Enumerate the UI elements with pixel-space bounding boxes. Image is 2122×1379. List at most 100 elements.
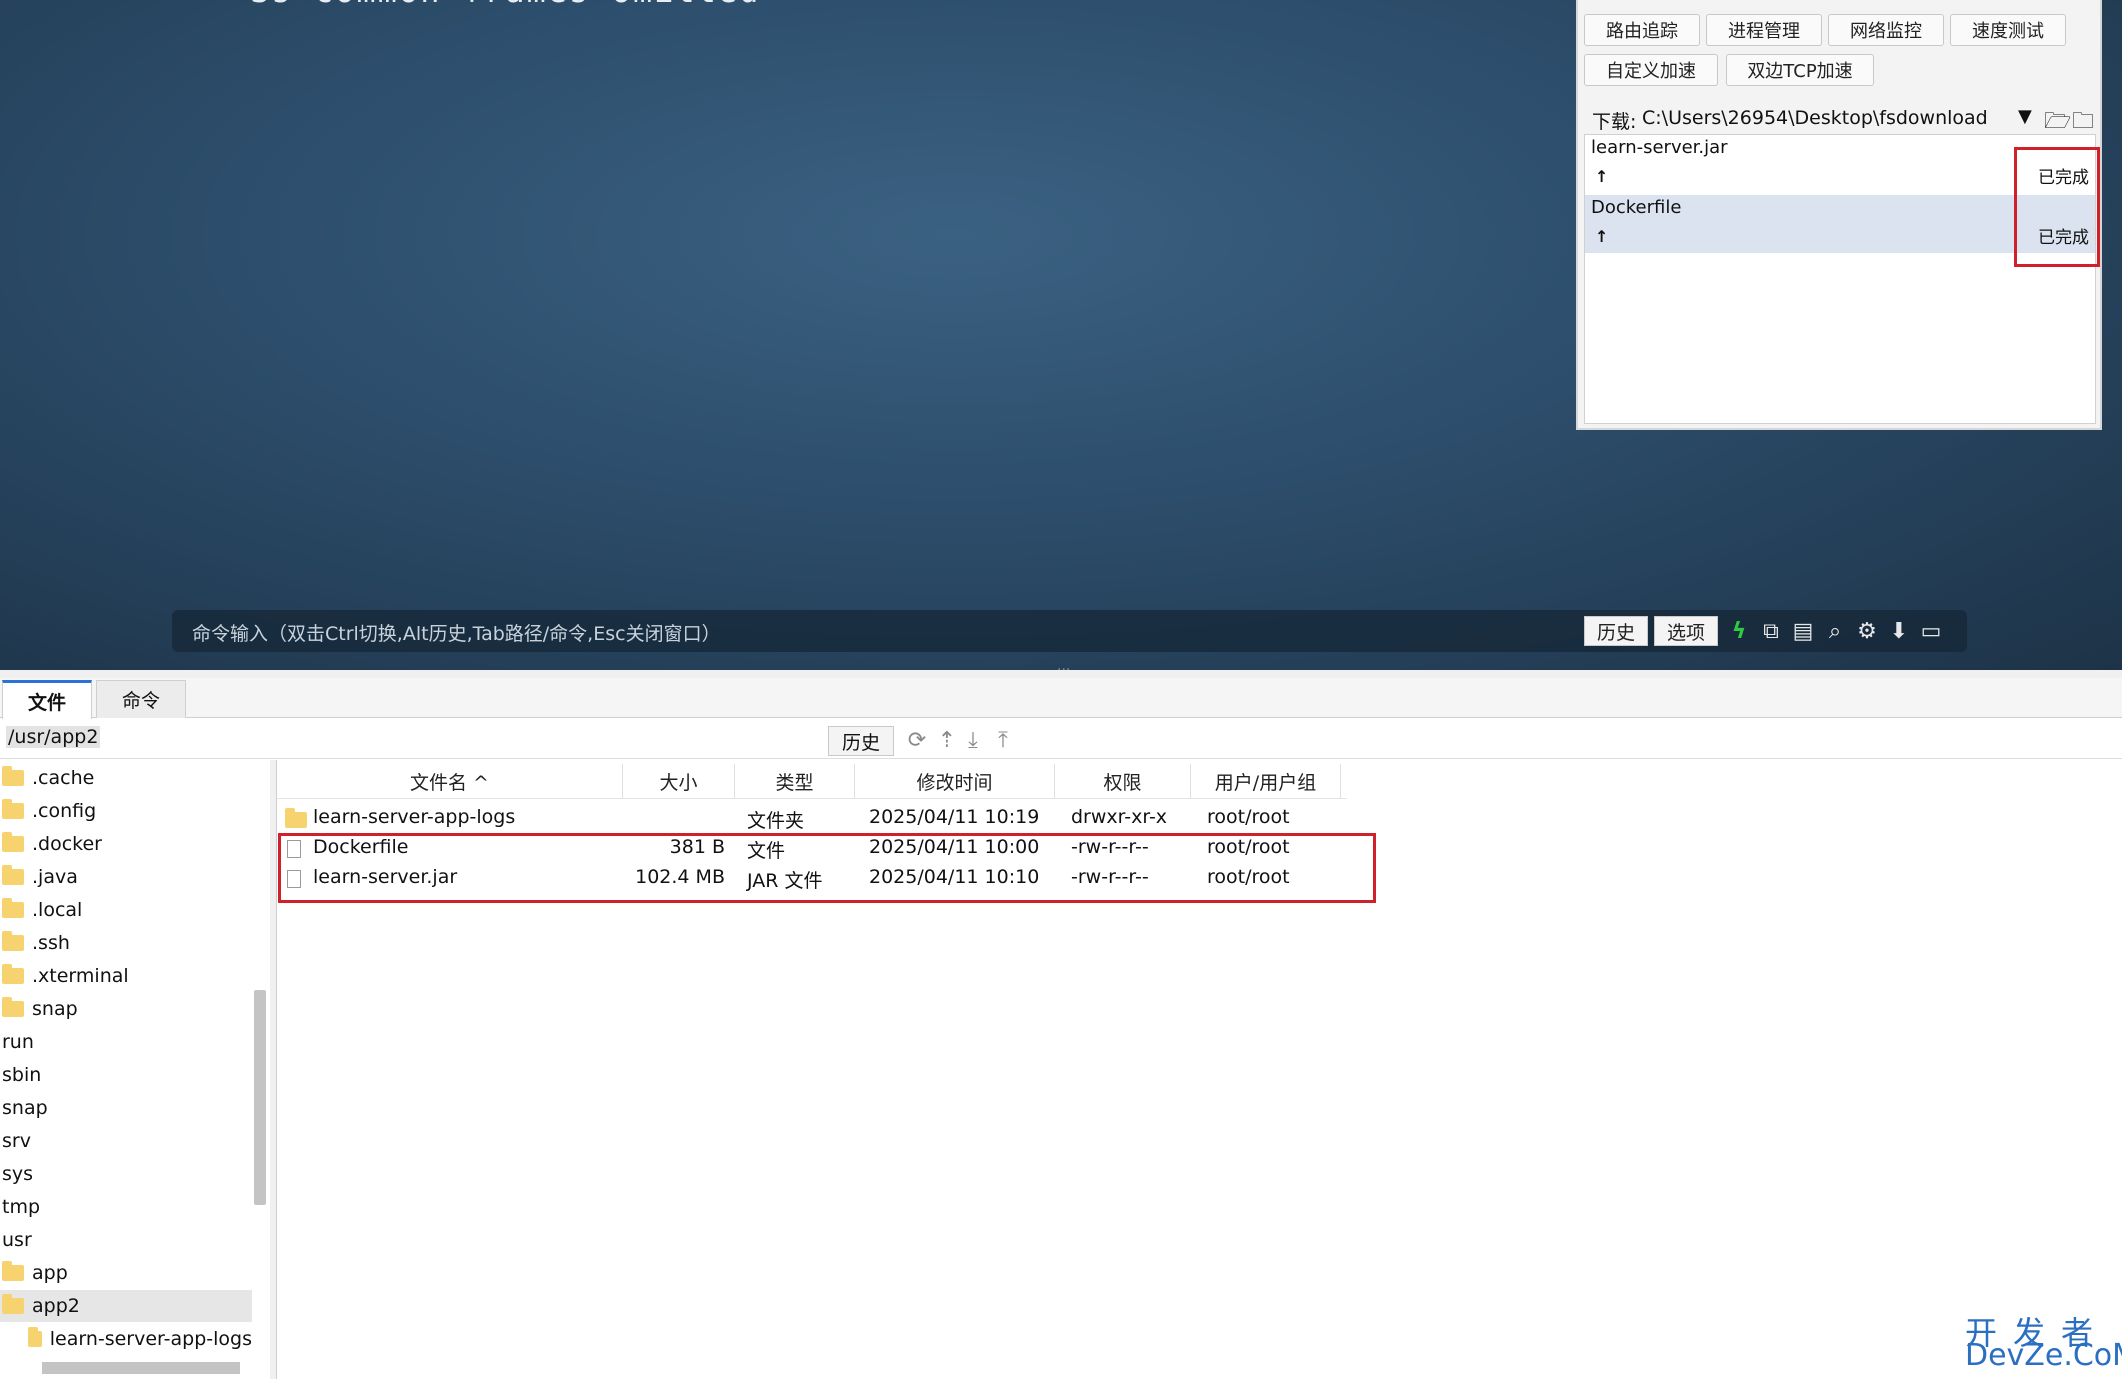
search-icon[interactable]: ⌕	[1822, 618, 1848, 644]
custom-acceleration-button[interactable]: 自定义加速	[1584, 54, 1718, 86]
tab-commands[interactable]: 命令	[96, 680, 186, 718]
grip-icon[interactable]: ···	[1057, 662, 1070, 678]
column-header-size[interactable]: 大小	[623, 764, 735, 798]
download-icon[interactable]: ⬇	[1886, 618, 1912, 644]
tab-files[interactable]: 文件	[2, 680, 92, 719]
transfer-name: Dockerfile	[1591, 197, 1682, 218]
tree-item[interactable]: sbin	[0, 1059, 252, 1091]
tree-item-label: .config	[32, 800, 97, 822]
path-input[interactable]: /usr/app2	[6, 726, 821, 753]
tree-item-label: learn-server-app-logs	[49, 1328, 252, 1350]
tree-item[interactable]: usr	[0, 1224, 252, 1256]
tree-item[interactable]: .xterminal	[0, 960, 252, 992]
file-name: learn-server-app-logs	[313, 806, 516, 828]
column-header-type[interactable]: 类型	[735, 764, 855, 798]
traceroute-button[interactable]: 路由追踪	[1584, 14, 1700, 46]
folder-icon	[2, 997, 24, 1017]
tree-item-label: .docker	[32, 833, 102, 855]
terminal-output-line: *** Ss common frames omitted	[165, 0, 760, 10]
column-header-name[interactable]: 文件名 ^	[277, 764, 623, 798]
process-manager-button[interactable]: 进程管理	[1706, 14, 1822, 46]
pane-splitter[interactable]: ···	[0, 662, 2122, 678]
speed-test-button[interactable]: 速度测试	[1950, 14, 2066, 46]
network-monitor-button[interactable]: 网络监控	[1828, 14, 1944, 46]
tree-item[interactable]: tmp	[0, 1191, 252, 1223]
command-options-button[interactable]: 选项	[1654, 616, 1718, 646]
folder-icon	[2, 865, 24, 885]
tree-item[interactable]: sys	[0, 1158, 252, 1190]
tree-scrollbar[interactable]	[254, 990, 266, 1205]
tree-item[interactable]: snap	[0, 1092, 252, 1124]
paste-icon[interactable]: ▤	[1790, 618, 1816, 644]
tree-item-label: usr	[2, 1229, 32, 1251]
tree-item-label: app2	[32, 1295, 80, 1317]
file-modified: 2025/04/11 10:19	[869, 806, 1040, 828]
column-header-permissions[interactable]: 权限	[1055, 764, 1191, 798]
watermark-bottom: DevZe.CoM	[1965, 1338, 2122, 1373]
refresh-icon[interactable]: ⟳	[904, 727, 930, 753]
tree-item-label: tmp	[2, 1196, 41, 1218]
tree-item[interactable]: snap	[0, 993, 252, 1025]
download-label: 下载:	[1592, 111, 1637, 133]
tree-item[interactable]: .local	[0, 894, 252, 926]
tree-item[interactable]: .cache	[0, 762, 252, 794]
tree-item[interactable]: .java	[0, 861, 252, 893]
upload-icon[interactable]: ⤒	[990, 727, 1016, 753]
file-type: 文件夹	[747, 810, 805, 832]
folder-icon	[2, 931, 24, 951]
folder-icon	[2, 964, 24, 984]
command-input[interactable]: 命令输入（双击Ctrl切换,Alt历史,Tab路径/命令,Esc关闭窗口）	[192, 619, 721, 646]
download-icon[interactable]: ⤓	[960, 727, 986, 753]
path-history-button[interactable]: 历史	[828, 726, 894, 756]
directory-tree[interactable]: .cache .config .docker .java .local .ssh…	[0, 760, 270, 1379]
transfer-name: learn-server.jar	[1591, 137, 1728, 158]
tree-item[interactable]: app	[0, 1257, 252, 1289]
command-history-button[interactable]: 历史	[1584, 616, 1648, 646]
tree-item-label: run	[2, 1031, 34, 1053]
tree-item-label: sys	[2, 1163, 34, 1185]
tree-item[interactable]: srv	[0, 1125, 252, 1157]
download-path-row[interactable]: 下载: C:\Users\26954\Desktop\fsdownload ▼ …	[1592, 104, 2094, 134]
folder-icon	[2, 766, 24, 786]
folder-icon	[2, 1261, 24, 1281]
upload-arrow-icon: ↑	[1595, 167, 1609, 186]
bolt-icon[interactable]: ϟ	[1726, 618, 1752, 644]
tree-item-label: .xterminal	[32, 965, 129, 987]
tree-item[interactable]: .ssh	[0, 927, 252, 959]
gear-icon[interactable]: ⚙	[1854, 618, 1880, 644]
tree-item-label: snap	[2, 1097, 48, 1119]
file-permissions: drwxr-xr-x	[1071, 806, 1168, 828]
folder-icon	[2, 832, 24, 852]
tree-item-label: srv	[2, 1130, 31, 1152]
folder-icon	[2, 898, 24, 918]
download-path[interactable]: C:\Users\26954\Desktop\fsdownload	[1642, 107, 1988, 129]
path-text: /usr/app2	[6, 726, 101, 748]
tree-item-label: .java	[32, 866, 78, 888]
tree-item[interactable]: app2	[0, 1290, 252, 1322]
folder-icon	[285, 807, 307, 830]
tree-item[interactable]: learn-server-app-logs	[0, 1323, 252, 1355]
tree-item-label: snap	[32, 998, 78, 1020]
files-highlight-box	[278, 833, 1376, 903]
column-header-owner[interactable]: 用户/用户组	[1191, 764, 1341, 798]
tree-item[interactable]: .config	[0, 795, 252, 827]
chevron-down-icon[interactable]: ▼	[2018, 106, 2032, 127]
tree-horizontal-scrollbar[interactable]	[42, 1362, 240, 1374]
tree-item[interactable]: run	[0, 1026, 252, 1058]
tree-item-label: .ssh	[32, 932, 70, 954]
path-toolbar: /usr/app2 历史 ⟳ ⇡ ⤓ ⤒	[0, 719, 2122, 759]
folder-icon	[28, 1327, 42, 1347]
maximize-icon[interactable]: ▭	[1918, 618, 1944, 644]
dual-tcp-acceleration-button[interactable]: 双边TCP加速	[1726, 54, 1874, 86]
file-owner: root/root	[1207, 806, 1290, 828]
up-dir-icon[interactable]: ⇡	[934, 727, 960, 753]
tree-item-label: sbin	[2, 1064, 42, 1086]
tree-item[interactable]: .docker	[0, 828, 252, 860]
copy-icon[interactable]: ⧉	[1758, 618, 1784, 644]
table-row[interactable]: learn-server-app-logs 文件夹 2025/04/11 10:…	[277, 802, 1337, 832]
folder-icon	[2, 1294, 24, 1314]
command-input-bar[interactable]: 命令输入（双击Ctrl切换,Alt历史,Tab路径/命令,Esc关闭窗口） 历史…	[172, 610, 1967, 652]
column-header-modified[interactable]: 修改时间	[855, 764, 1055, 798]
tab-bar: 文件 命令	[0, 678, 2122, 719]
upload-arrow-icon: ↑	[1595, 227, 1609, 246]
